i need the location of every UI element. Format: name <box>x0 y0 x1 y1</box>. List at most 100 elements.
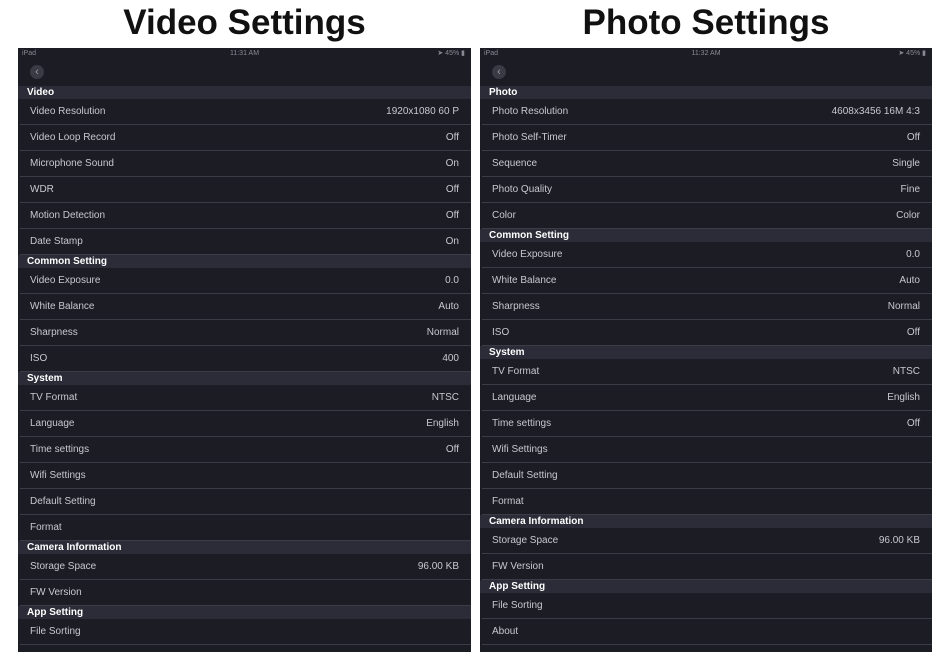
setting-row-color[interactable]: Color Color <box>482 203 932 229</box>
video-settings-title: Video Settings <box>123 3 366 42</box>
setting-label: Wifi Settings <box>30 470 86 481</box>
settings-list: Photo Photo Resolution 4608x3456 16M 4:3 Ph… <box>480 86 932 645</box>
setting-row-video-exposure[interactable]: Video Exposure 0.0 <box>482 242 932 268</box>
section-header-photo: Photo <box>480 86 932 99</box>
setting-value: Auto <box>899 275 920 286</box>
setting-row-format[interactable]: Format <box>482 489 932 515</box>
status-clock: 11:31 AM <box>229 50 260 57</box>
setting-label: Language <box>30 418 75 429</box>
setting-row-photo-self-timer[interactable]: Photo Self-Timer Off <box>482 125 932 151</box>
setting-label: Photo Self-Timer <box>492 132 567 143</box>
setting-label: Video Loop Record <box>30 132 116 143</box>
setting-label: Photo Quality <box>492 184 553 195</box>
setting-label: Video Exposure <box>30 275 101 286</box>
setting-value: Normal <box>887 301 920 312</box>
status-bar: iPad 11:31 AM ➤ 45% ▮ <box>18 48 471 59</box>
setting-value: 4608x3456 16M 4:3 <box>831 106 920 117</box>
setting-label: Wifi Settings <box>492 444 548 455</box>
setting-label: ISO <box>492 327 510 338</box>
setting-row-photo-quality[interactable]: Photo Quality Fine <box>482 177 932 203</box>
status-clock: 11:32 AM <box>691 50 721 57</box>
setting-label: Format <box>492 496 524 507</box>
setting-label: Storage Space <box>492 535 559 546</box>
setting-value: 1920x1080 60 P <box>386 106 459 117</box>
setting-row-default-setting[interactable]: Default Setting <box>20 489 471 515</box>
setting-label: File Sorting <box>30 626 81 637</box>
setting-row-video-loop-record[interactable]: Video Loop Record Off <box>20 125 471 151</box>
setting-label: Motion Detection <box>30 210 106 221</box>
setting-label: FW Version <box>492 561 544 572</box>
setting-value: Fine <box>900 184 920 195</box>
setting-row-photo-resolution[interactable]: Photo Resolution 4608x3456 16M 4:3 <box>482 99 932 125</box>
photo-settings-screen: iPad 11:32 AM ➤ 45% ▮ ‹ Photo Photo Resol… <box>480 48 932 652</box>
setting-value: 96.00 KB <box>878 535 920 546</box>
section-header-camera-information: Camera Information <box>18 541 471 554</box>
setting-row-tv-format[interactable]: TV Format NTSC <box>482 359 932 385</box>
setting-label: Time settings <box>492 418 552 429</box>
setting-value: Color <box>896 210 920 221</box>
setting-row-sequence[interactable]: Sequence Single <box>482 151 932 177</box>
setting-row-sharpness[interactable]: Sharpness Normal <box>20 320 471 346</box>
setting-value: 400 <box>442 353 459 364</box>
battery-icon: ▮ <box>461 50 465 57</box>
setting-label: Sharpness <box>492 301 540 312</box>
setting-label: Format <box>30 522 62 533</box>
nav-bar: ‹ <box>18 59 471 86</box>
setting-value: 0.0 <box>445 275 459 286</box>
settings-list: Video Video Resolution 1920x1080 60 P Video… <box>18 86 471 645</box>
setting-row-fw-version[interactable]: FW Version <box>482 554 932 580</box>
setting-label: File Sorting <box>492 600 543 611</box>
setting-row-time-settings[interactable]: Time settings Off <box>20 437 471 463</box>
section-header-common-setting: Common Setting <box>480 229 932 242</box>
setting-row-video-resolution[interactable]: Video Resolution 1920x1080 60 P <box>20 99 471 125</box>
setting-row-date-stamp[interactable]: Date Stamp On <box>20 229 471 255</box>
setting-row-storage-space[interactable]: Storage Space 96.00 KB <box>482 528 932 554</box>
setting-label: About <box>492 626 519 637</box>
setting-row-iso[interactable]: ISO 400 <box>20 346 471 372</box>
setting-value: NTSC <box>431 392 459 403</box>
setting-row-file-sorting[interactable]: File Sorting <box>482 593 932 619</box>
setting-row-white-balance[interactable]: White Balance Auto <box>20 294 471 320</box>
setting-row-microphone-sound[interactable]: Microphone Sound On <box>20 151 471 177</box>
setting-label: Video Exposure <box>492 249 563 260</box>
setting-value: On <box>445 236 459 247</box>
setting-value: Off <box>445 210 459 221</box>
back-chevron-icon[interactable]: ‹ <box>492 65 506 79</box>
setting-label: Default Setting <box>30 496 96 507</box>
battery-percent: 45% <box>906 50 921 57</box>
setting-row-storage-space[interactable]: Storage Space 96.00 KB <box>20 554 471 580</box>
setting-label: White Balance <box>30 301 95 312</box>
setting-label: Language <box>492 392 537 403</box>
nav-bar: ‹ <box>480 59 932 86</box>
setting-row-tv-format[interactable]: TV Format NTSC <box>20 385 471 411</box>
section-header-system: System <box>480 346 932 359</box>
video-settings-screen: iPad 11:31 AM ➤ 45% ▮ ‹ Video Video Resol… <box>18 48 471 652</box>
setting-row-language[interactable]: Language English <box>20 411 471 437</box>
setting-row-time-settings[interactable]: Time settings Off <box>482 411 932 437</box>
setting-label: Color <box>492 210 516 221</box>
setting-row-video-exposure[interactable]: Video Exposure 0.0 <box>20 268 471 294</box>
setting-row-fw-version[interactable]: FW Version <box>20 580 471 606</box>
setting-row-format[interactable]: Format <box>20 515 471 541</box>
back-chevron-icon[interactable]: ‹ <box>30 65 44 79</box>
setting-row-about[interactable]: About <box>482 619 932 645</box>
setting-value: Off <box>445 444 459 455</box>
setting-row-wifi-settings[interactable]: Wifi Settings <box>482 437 932 463</box>
setting-row-sharpness[interactable]: Sharpness Normal <box>482 294 932 320</box>
setting-value: Off <box>906 132 920 143</box>
setting-row-white-balance[interactable]: White Balance Auto <box>482 268 932 294</box>
setting-label: Microphone Sound <box>30 158 114 169</box>
photo-settings-title: Photo Settings <box>582 3 830 42</box>
section-header-common-setting: Common Setting <box>18 255 471 268</box>
setting-label: Storage Space <box>30 561 97 572</box>
setting-row-language[interactable]: Language English <box>482 385 932 411</box>
setting-row-wifi-settings[interactable]: Wifi Settings <box>20 463 471 489</box>
battery-indicator: ➤ 45% ▮ <box>898 48 926 59</box>
setting-row-file-sorting[interactable]: File Sorting <box>20 619 471 645</box>
setting-row-motion-detection[interactable]: Motion Detection Off <box>20 203 471 229</box>
setting-row-default-setting[interactable]: Default Setting <box>482 463 932 489</box>
setting-value: 0.0 <box>906 249 920 260</box>
setting-row-wdr[interactable]: WDR Off <box>20 177 471 203</box>
setting-row-iso[interactable]: ISO Off <box>482 320 932 346</box>
setting-value: Off <box>906 327 920 338</box>
